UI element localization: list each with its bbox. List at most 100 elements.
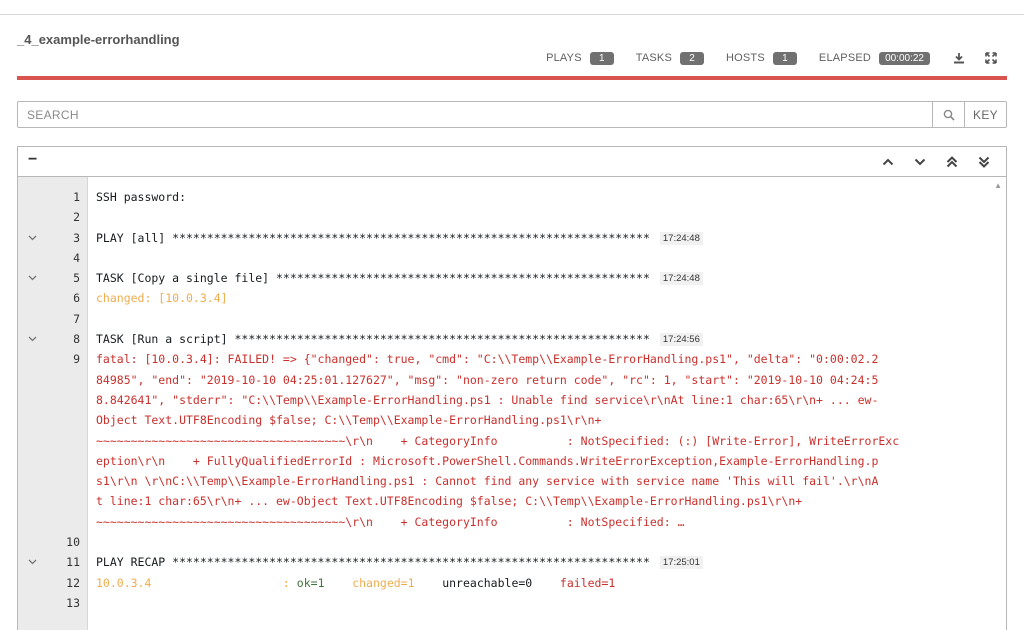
- collapse-all-button[interactable]: −: [28, 152, 37, 168]
- line-text: failed=1: [559, 575, 616, 590]
- line-content: 8.842641", "stderr": "C:\\Temp\\Example-…: [88, 390, 878, 410]
- double-chevron-up-icon[interactable]: [936, 154, 968, 170]
- line-number: 13: [66, 595, 80, 610]
- line-content: fatal: [10.0.3.4]: FAILED! => {"changed"…: [88, 349, 878, 369]
- line-content: TASK [Run a script] ********************…: [88, 329, 703, 349]
- line-number: [46, 410, 88, 430]
- chevron-down-icon[interactable]: [18, 228, 46, 248]
- line-number: 7: [73, 311, 80, 326]
- chevron-up-icon[interactable]: [872, 154, 904, 170]
- chevron-down-icon[interactable]: [18, 552, 46, 572]
- output-line: 13: [18, 593, 1006, 613]
- line-text: t line:1 char:65\r\n+ ... ew-Object Text…: [96, 494, 803, 509]
- fullscreen-icon[interactable]: [982, 50, 1000, 66]
- toggle-spacer: [18, 491, 46, 511]
- output-line: 5 TASK [Copy a single file] *************…: [18, 268, 1006, 288]
- line-number: 12: [66, 575, 80, 590]
- line-content: TASK [Copy a single file] **************…: [88, 268, 703, 288]
- download-icon[interactable]: [950, 50, 968, 66]
- output-line: 8 TASK [Run a script] *******************…: [18, 329, 1006, 349]
- line-text: s1\r\n \r\nC:\\Temp\\Example-ErrorHandli…: [96, 474, 879, 489]
- line-content: [88, 248, 96, 268]
- output-line: 12 10.0.3.4 : ok=1 changed=1 unreachable=…: [18, 573, 1006, 593]
- job-output-panel: − ▲ 1 SSH password: 2 3 PLAY [all] *********…: [17, 146, 1007, 630]
- toggle-spacer: [18, 431, 46, 451]
- timestamp-badge: 17:25:01: [659, 556, 703, 570]
- search-icon[interactable]: [932, 102, 964, 127]
- toggle-spacer: [18, 349, 46, 369]
- output-line: 6 changed: [10.0.3.4]: [18, 288, 1006, 308]
- toggle-spacer: [18, 593, 46, 613]
- line-content: 84985", "end": "2019-10-10 04:25:01.1276…: [88, 370, 878, 390]
- line-number: 2: [73, 210, 80, 225]
- double-chevron-down-icon[interactable]: [968, 154, 1000, 170]
- stat-badge: 1: [589, 51, 614, 65]
- line-text: 84985", "end": "2019-10-10 04:25:01.1276…: [96, 372, 879, 387]
- line-content: [88, 532, 96, 552]
- line-content: eption\r\n + FullyQualifiedErrorId : Mic…: [88, 451, 878, 471]
- search-input[interactable]: [18, 102, 932, 127]
- chevron-down-icon[interactable]: [18, 268, 46, 288]
- line-text: PLAY [all] *****************************…: [96, 230, 650, 245]
- output-line: 10: [18, 532, 1006, 552]
- job-stats: PLAYS 1 TASKS 2 HOSTS 1 ELAPSED 00:00:22: [524, 50, 1000, 66]
- output-line: 8.842641", "stderr": "C:\\Temp\\Example-…: [18, 390, 1006, 410]
- line-text: 10.0.3.4 :: [96, 575, 297, 590]
- line-text: Object Text.UTF8Encoding $false; C:\\Tem…: [96, 413, 602, 428]
- toggle-spacer: [18, 207, 46, 227]
- stat-plays: PLAYS 1: [546, 51, 614, 65]
- line-content: s1\r\n \r\nC:\\Temp\\Example-ErrorHandli…: [88, 471, 878, 491]
- output-line: 4: [18, 248, 1006, 268]
- line-content: [88, 593, 96, 613]
- timestamp-badge: 17:24:56: [659, 333, 703, 347]
- line-content: [88, 309, 96, 329]
- output-line: 2: [18, 207, 1006, 227]
- timestamp-badge: 17:24:48: [659, 272, 703, 286]
- line-number: [46, 431, 88, 451]
- chevron-down-icon[interactable]: [18, 329, 46, 349]
- toggle-spacer: [18, 410, 46, 430]
- line-text: unreachable=0: [414, 575, 560, 590]
- output-nav: [872, 154, 1000, 170]
- output-lines: 1 SSH password: 2 3 PLAY [all] *************…: [18, 187, 1006, 613]
- timestamp-badge: 17:24:48: [659, 231, 703, 245]
- line-number: [46, 370, 88, 390]
- line-text: 8.842641", "stderr": "C:\\Temp\\Example-…: [96, 392, 879, 407]
- output-line: 11 PLAY RECAP ***************************…: [18, 552, 1006, 572]
- line-text: changed: [10.0.3.4]: [96, 291, 228, 306]
- chevron-down-icon[interactable]: [904, 154, 936, 170]
- line-number: [46, 491, 88, 511]
- toggle-spacer: [18, 512, 46, 532]
- output-line: ~~~~~~~~~~~~~~~~~~~~~~~~~~~~~~~~~~~~\r\n…: [18, 431, 1006, 451]
- stat-badge: 2: [680, 51, 704, 65]
- line-text: TASK [Run a script] ********************…: [96, 332, 650, 347]
- output-line: eption\r\n + FullyQualifiedErrorId : Mic…: [18, 451, 1006, 471]
- line-number: 11: [66, 555, 80, 570]
- line-text: ok=1: [296, 575, 325, 590]
- key-button[interactable]: KEY: [964, 102, 1006, 127]
- line-number: 1: [73, 190, 80, 204]
- stat-label: TASKS: [635, 52, 672, 64]
- line-content: ~~~~~~~~~~~~~~~~~~~~~~~~~~~~~~~~~~~~\r\n…: [88, 512, 685, 532]
- stat-hosts: HOSTS 1: [726, 51, 797, 65]
- stat-badge: 1: [772, 51, 797, 65]
- output-line: t line:1 char:65\r\n+ ... ew-Object Text…: [18, 491, 1006, 511]
- line-text: [325, 576, 353, 590]
- stat-badge: 00:00:22: [879, 51, 930, 65]
- search-bar: KEY: [17, 101, 1007, 128]
- output-line: 9 fatal: [10.0.3.4]: FAILED! => {"changed…: [18, 349, 1006, 369]
- line-text: eption\r\n + FullyQualifiedErrorId : Mic…: [96, 453, 879, 468]
- line-text: TASK [Copy a single file] **************…: [96, 271, 650, 286]
- line-number: 3: [73, 230, 80, 245]
- line-number: [46, 390, 88, 410]
- line-text: changed=1: [352, 575, 415, 590]
- line-content: ~~~~~~~~~~~~~~~~~~~~~~~~~~~~~~~~~~~~\r\n…: [88, 431, 899, 451]
- line-text: ~~~~~~~~~~~~~~~~~~~~~~~~~~~~~~~~~~~~\r\n…: [96, 514, 685, 529]
- job-status-bar: [17, 76, 1007, 80]
- line-number: 8: [73, 332, 80, 347]
- line-number: [46, 512, 88, 532]
- toggle-spacer: [18, 471, 46, 491]
- line-number: 10: [66, 535, 80, 550]
- line-number: [46, 451, 88, 471]
- line-number: [46, 471, 88, 491]
